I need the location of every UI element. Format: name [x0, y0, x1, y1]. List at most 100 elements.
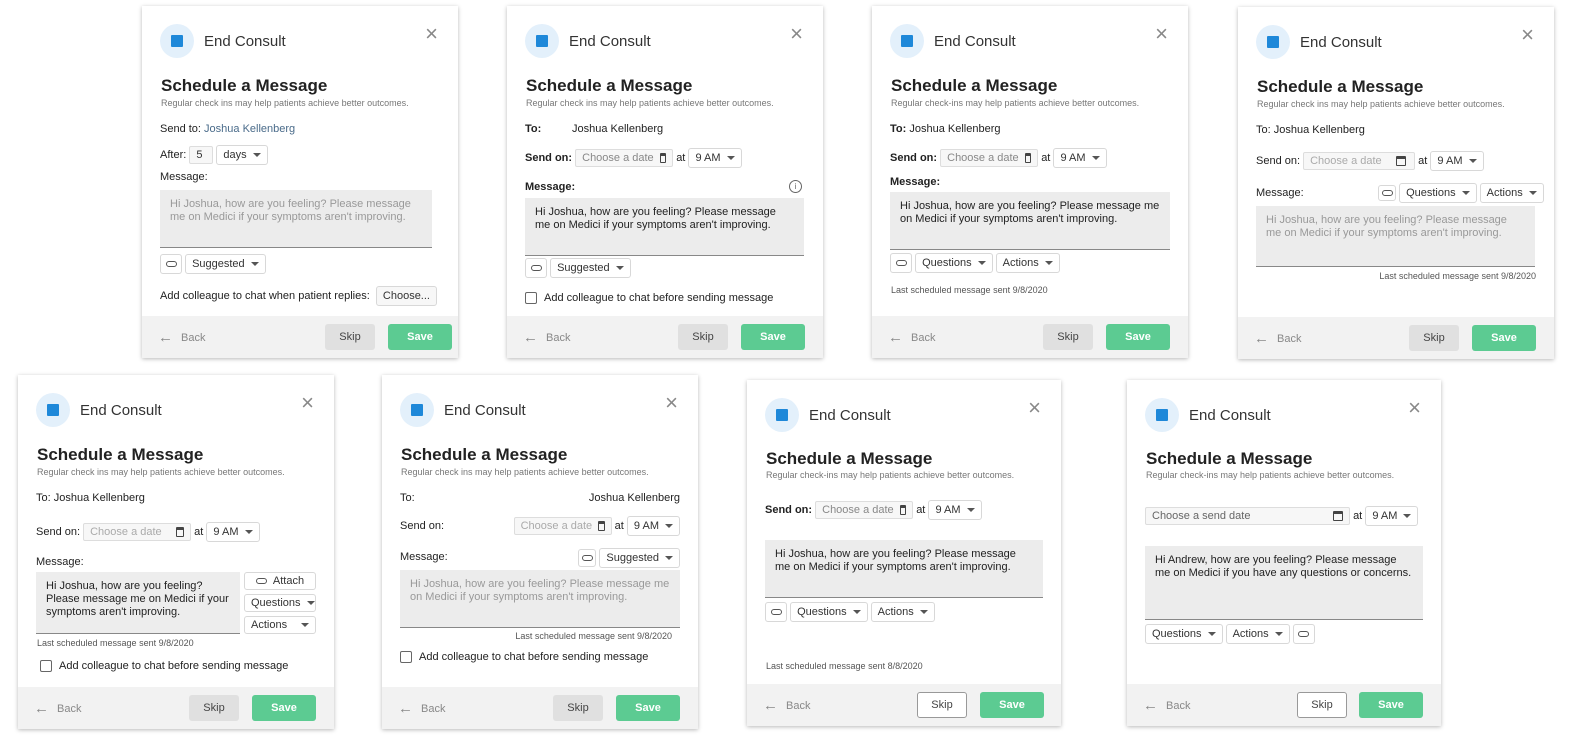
questions-dropdown[interactable]: Questions — [1145, 624, 1223, 644]
after-value-input[interactable]: 5 — [189, 146, 214, 164]
app-logo-icon — [160, 24, 194, 58]
header-title: End Consult — [1300, 33, 1382, 51]
page-title: Schedule a Message — [766, 449, 933, 468]
add-colleague-checkbox[interactable] — [525, 292, 537, 304]
back-label: Back — [181, 331, 206, 344]
actions-dropdown[interactable]: Actions — [995, 253, 1060, 273]
message-textarea[interactable]: Hi Joshua, how are you feeling? Please m… — [160, 190, 432, 248]
questions-dropdown[interactable]: Questions — [915, 253, 993, 273]
add-colleague-checkbox[interactable] — [400, 651, 412, 663]
date-picker-input[interactable]: Choose a date — [940, 149, 1039, 167]
save-button[interactable]: Save — [980, 692, 1044, 718]
close-icon[interactable]: × — [790, 23, 803, 45]
save-button[interactable]: Save — [1106, 324, 1170, 350]
date-picker-input[interactable]: Choose a date — [83, 523, 192, 541]
time-value: 9 AM — [1437, 155, 1463, 167]
attach-button[interactable] — [160, 254, 182, 274]
close-icon[interactable]: × — [1155, 23, 1168, 45]
chevron-down-icon — [726, 156, 735, 160]
attach-button[interactable] — [1292, 624, 1315, 644]
message-textarea[interactable]: Hi Joshua, how are you feeling? Please m… — [400, 570, 680, 628]
attach-button[interactable] — [1378, 185, 1396, 201]
time-dropdown[interactable]: 9 AM — [1053, 148, 1107, 168]
send-on-label: Send on: — [525, 152, 573, 164]
message-textarea[interactable]: Hi Joshua, how are you feeling? Please m… — [36, 572, 240, 634]
skip-button[interactable]: Skip — [553, 695, 603, 721]
suggested-dropdown[interactable]: Suggested — [550, 258, 631, 278]
time-dropdown[interactable]: 9 AM — [928, 500, 982, 520]
recipient-name: Joshua Kellenberg — [53, 492, 145, 504]
message-textarea[interactable]: Hi Joshua, how are you feeling? Please m… — [525, 198, 804, 256]
message-textarea[interactable]: Hi Joshua, how are you feeling? Please m… — [765, 540, 1043, 598]
after-unit-value: days — [223, 149, 247, 161]
chevron-down-icon — [244, 530, 253, 534]
back-button[interactable]: ← Back — [34, 700, 81, 717]
attach-button[interactable] — [525, 258, 547, 278]
send-to-label: Send to: — [160, 123, 201, 135]
back-button[interactable]: ← Back — [1254, 330, 1301, 347]
app-logo-icon — [36, 393, 70, 427]
skip-button[interactable]: Skip — [1409, 325, 1459, 351]
time-dropdown[interactable]: 9 AM — [626, 516, 680, 536]
add-colleague-checkbox[interactable] — [40, 660, 52, 672]
suggested-dropdown[interactable]: Suggested — [185, 254, 266, 274]
close-icon[interactable]: × — [665, 392, 678, 414]
questions-dropdown[interactable]: Questions — [1399, 183, 1477, 203]
after-unit-dropdown[interactable]: days — [216, 145, 268, 165]
skip-button[interactable]: Skip — [1043, 324, 1093, 350]
send-date-picker-input[interactable]: Choose a send date — [1145, 507, 1350, 525]
save-button[interactable]: Save — [388, 324, 452, 350]
back-button[interactable]: ← Back — [763, 697, 810, 714]
actions-dropdown[interactable]: Actions — [244, 616, 316, 634]
date-picker-input[interactable]: Choose a date — [513, 517, 612, 535]
recipient-name[interactable]: Joshua Kellenberg — [204, 123, 295, 135]
message-textarea[interactable]: Hi Joshua, how are you feeling? Please m… — [1256, 206, 1535, 267]
time-dropdown[interactable]: 9 AM — [206, 522, 260, 542]
attach-button[interactable] — [765, 602, 787, 622]
date-picker-input[interactable]: Choose a date — [1303, 152, 1416, 170]
skip-button[interactable]: Skip — [325, 324, 375, 350]
skip-button[interactable]: Skip — [1297, 692, 1347, 718]
skip-button[interactable]: Skip — [917, 692, 967, 718]
back-button[interactable]: ← Back — [888, 329, 935, 346]
close-icon[interactable]: × — [1028, 397, 1041, 419]
time-dropdown[interactable]: 9 AM — [1365, 506, 1419, 526]
attach-button[interactable]: Attach — [244, 572, 316, 590]
skip-button[interactable]: Skip — [678, 324, 728, 350]
close-icon[interactable]: × — [1521, 24, 1534, 46]
message-textarea[interactable]: Hi Andrew, how are you feeling? Please m… — [1145, 546, 1423, 620]
chevron-down-icon — [250, 262, 259, 266]
close-icon[interactable]: × — [1408, 397, 1421, 419]
attach-button[interactable] — [578, 549, 597, 567]
skip-button[interactable]: Skip — [189, 695, 239, 721]
back-button[interactable]: ← Back — [158, 329, 205, 346]
message-textarea[interactable]: Hi Joshua, how are you feeling? Please m… — [890, 192, 1170, 250]
save-button[interactable]: Save — [616, 695, 680, 721]
save-button[interactable]: Save — [741, 324, 805, 350]
attach-button[interactable] — [890, 253, 912, 273]
actions-dropdown[interactable]: Actions — [1479, 183, 1544, 203]
actions-label: Actions — [1002, 257, 1039, 269]
date-picker-input[interactable]: Choose a date — [575, 149, 674, 167]
close-icon[interactable]: × — [301, 392, 314, 414]
actions-dropdown[interactable]: Actions — [870, 602, 935, 622]
dialog-variant-2: End Consult × Schedule a Message Regular… — [507, 6, 823, 358]
back-button[interactable]: ← Back — [398, 700, 445, 717]
date-picker-input[interactable]: Choose a date — [815, 501, 914, 519]
questions-dropdown[interactable]: Questions — [790, 602, 868, 622]
back-button[interactable]: ← Back — [1143, 697, 1190, 714]
back-button[interactable]: ← Back — [523, 329, 570, 346]
choose-colleague-button[interactable]: Choose... — [375, 286, 437, 306]
time-dropdown[interactable]: 9 AM — [1430, 151, 1484, 171]
send-date-placeholder: Choose a send date — [1152, 510, 1251, 522]
time-dropdown[interactable]: 9 AM — [688, 148, 742, 168]
save-button[interactable]: Save — [252, 695, 316, 721]
save-button[interactable]: Save — [1359, 692, 1423, 718]
actions-dropdown[interactable]: Actions — [1225, 624, 1290, 644]
suggested-dropdown[interactable]: Suggested — [599, 548, 680, 568]
questions-dropdown[interactable]: Questions — [244, 594, 316, 612]
close-icon[interactable]: × — [425, 23, 438, 45]
info-icon[interactable]: i — [789, 180, 802, 193]
page-title: Schedule a Message — [1257, 77, 1424, 96]
save-button[interactable]: Save — [1472, 325, 1536, 351]
